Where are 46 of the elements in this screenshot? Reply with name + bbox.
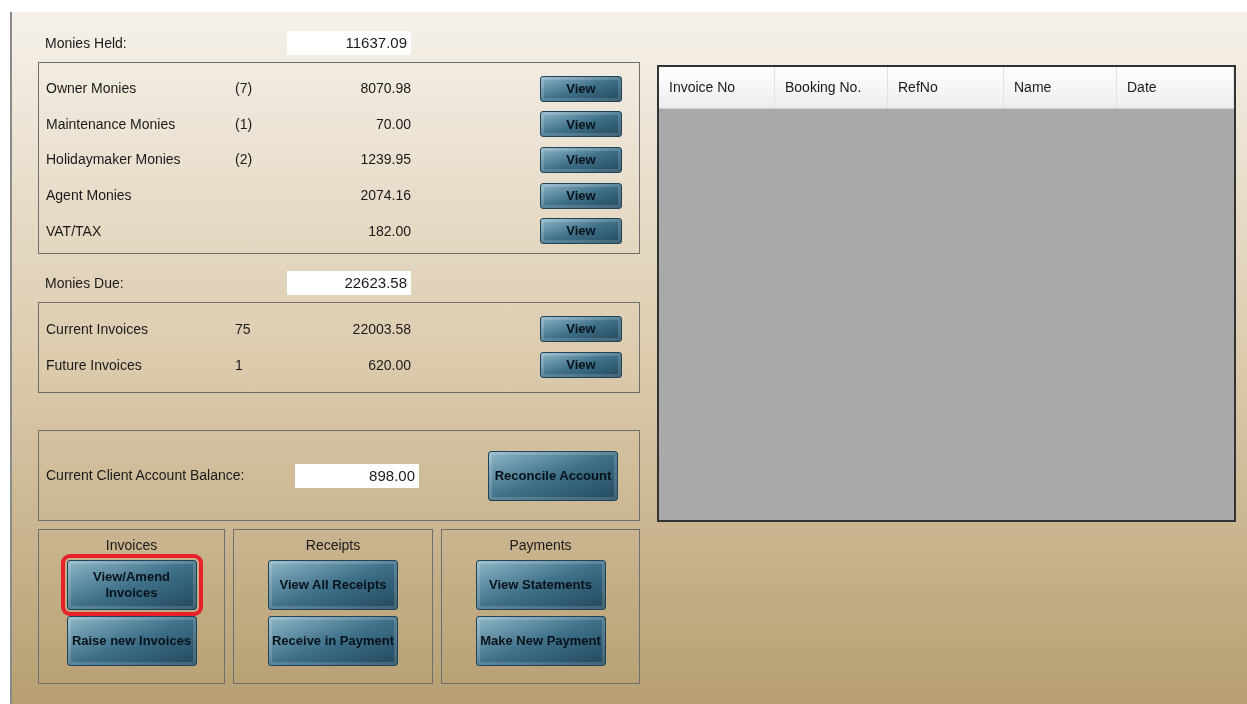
view-button[interactable]: View [540,182,622,209]
row-label: Agent Monies [45,186,133,206]
count-text: 1 [235,356,243,373]
view-button[interactable]: View [540,75,622,102]
row-label: Owner Monies [45,79,138,99]
column-header[interactable]: RefNo [888,67,1004,108]
column-header[interactable]: Name [1004,67,1117,108]
group-title: Receipts [305,536,361,554]
view-button[interactable]: View [540,352,622,378]
row-label: Holidaymaker Monies [45,150,182,170]
row-label: Maintenance Monies [45,114,177,134]
view-button[interactable]: View [540,316,622,342]
amount-text: 22003.58 [351,319,411,339]
value-field[interactable]: 22623.58 [287,271,411,295]
field-label: Current Client Account Balance: [45,466,246,485]
row-label: Future Invoices [45,355,143,375]
row-label: Current Invoices [45,319,149,339]
count-text: (7) [235,80,253,97]
value-field[interactable]: 11637.09 [287,31,411,55]
view-button[interactable]: View [540,147,622,173]
field-label: Monies Held: [44,33,128,53]
action-button[interactable]: Receive in Payment [268,616,398,666]
action-button[interactable]: View Statements [475,560,606,610]
field-label: Monies Due: [44,273,125,293]
action-button[interactable]: Make New Payment [475,616,606,666]
column-header[interactable]: Booking No. [775,67,888,108]
value-field[interactable]: 898.00 [295,463,419,488]
count-text: 75 [235,320,251,337]
count-text: (2) [235,151,253,168]
count-text: (1) [235,115,253,132]
amount-text: 70.00 [374,114,411,134]
column-header[interactable]: Date [1117,67,1234,108]
row-label: VAT/TAX [45,221,103,241]
column-header[interactable]: Invoice No [659,67,775,108]
view-button[interactable]: View [540,218,622,245]
action-button[interactable]: Raise new Invoices [66,616,197,666]
action-button[interactable]: View All Receipts [268,560,398,610]
group-title: Invoices [105,536,158,554]
amount-text: 8070.98 [359,79,411,99]
reconcile-button[interactable]: Reconcile Account [488,450,618,501]
view-button[interactable]: View [540,111,622,138]
amount-text: 2074.16 [359,186,411,206]
amount-text: 620.00 [367,355,411,375]
amount-text: 182.00 [367,221,411,241]
group-title: Payments [509,536,572,554]
amount-text: 1239.95 [359,150,411,170]
